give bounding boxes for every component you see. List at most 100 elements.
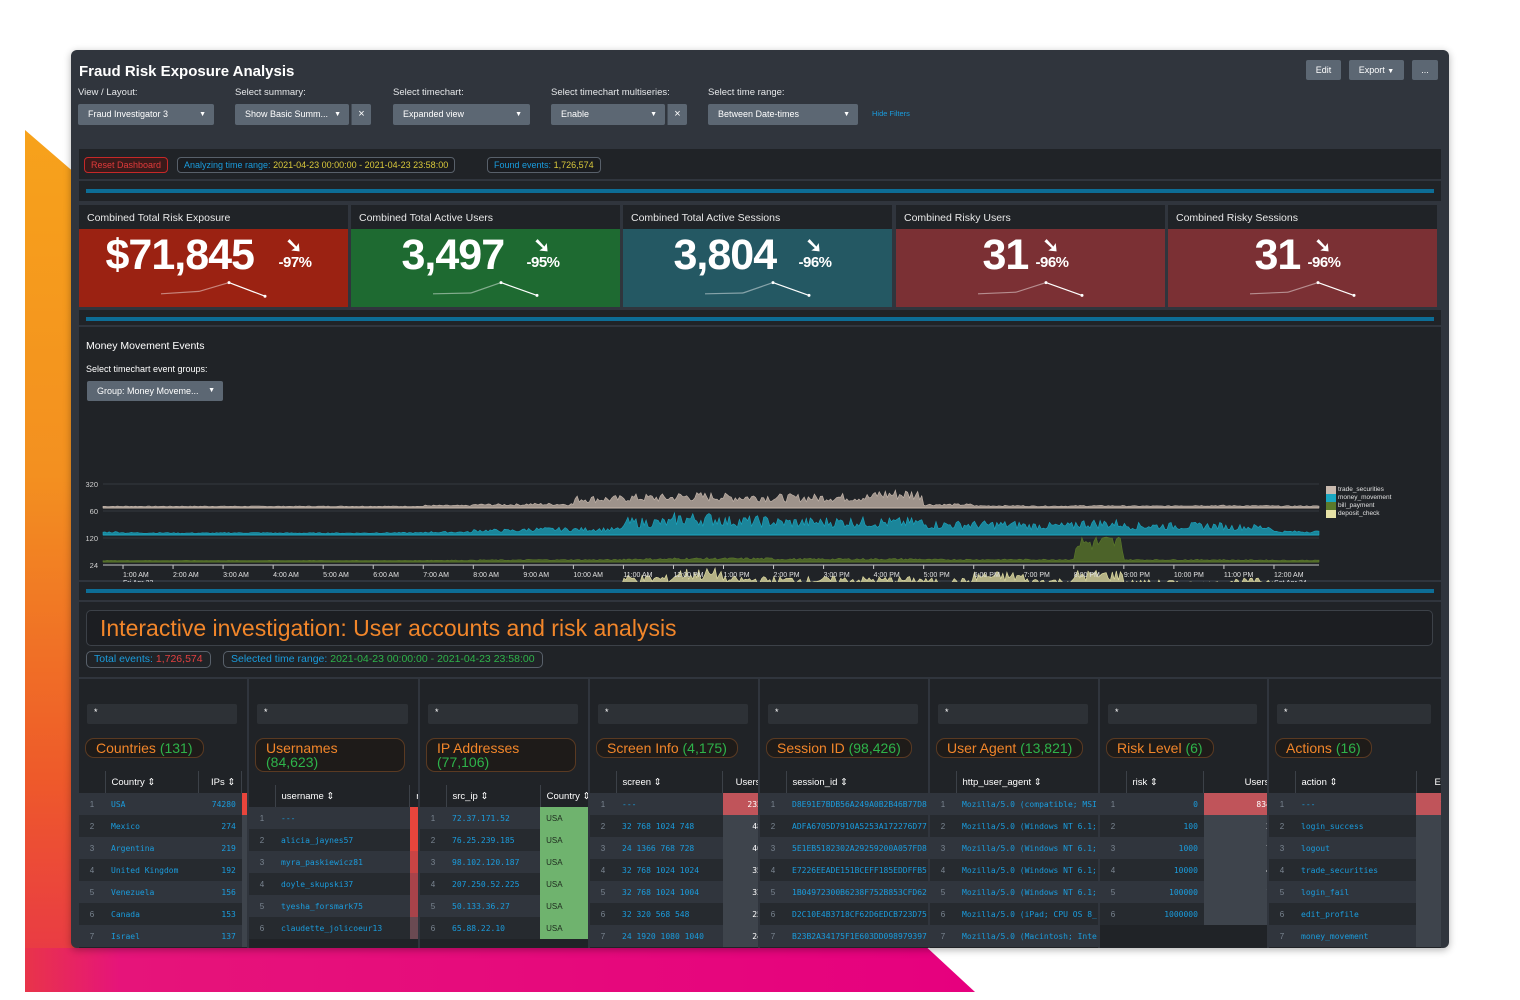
legend-item[interactable]: trade_securities (1326, 486, 1391, 494)
table-row[interactable]: 432 768 1024 10243598 (590, 859, 758, 881)
table-row[interactable]: 3 Argentina 219 (79, 837, 247, 859)
table-row[interactable]: 5login_fail1 (1269, 881, 1441, 903)
table-row[interactable]: 2 alicia_jaynes57 (249, 829, 418, 851)
table-row[interactable]: 2 76.25.239.185 USA (420, 829, 588, 851)
table-row[interactable]: 6 claudette_jolicoeur13 (249, 917, 418, 939)
panel-search-input[interactable]: * (938, 704, 1088, 724)
table-row[interactable]: 7 money_movement (1269, 925, 1441, 947)
table-row[interactable]: 2 ADFA6705D7910A5253A172276D77 (760, 815, 928, 837)
table-row[interactable]: 6 Mozilla/5.0 (iPad; CPU OS 8_ (930, 903, 1098, 925)
column-header[interactable]: risk (409, 785, 418, 807)
reset-dashboard-button[interactable]: Reset Dashboard (84, 157, 169, 173)
panel-search-input[interactable]: * (257, 704, 408, 724)
hide-filters-link[interactable]: Hide Filters (872, 109, 910, 118)
multiseries-dropdown[interactable]: Enable ▼ (551, 104, 665, 125)
table-row[interactable]: 3 myra_paskiewicz81 (249, 851, 418, 873)
column-header[interactable]: http_user_agent ⇕ (956, 771, 1098, 793)
column-header[interactable]: username ⇕ (275, 785, 411, 807)
kpi-tile[interactable]: Combined Risky Users 31 ➘ -96% (896, 205, 1165, 307)
table-row[interactable]: 632 320 568 5482509 (590, 903, 758, 925)
kpi-tile[interactable]: Combined Total Risk Exposure $71,845 ➘ -… (79, 205, 348, 307)
table-row[interactable]: 610000002 (1100, 903, 1267, 925)
table-row[interactable]: 1 72.37.171.52 USA (420, 807, 588, 829)
table-row[interactable]: 2 Mexico 274 (79, 815, 247, 837)
column-header[interactable]: Us (241, 771, 247, 793)
column-header[interactable]: Country ⇕ (105, 771, 199, 793)
table-row[interactable]: 4trade_securities2 (1269, 859, 1441, 881)
table-row[interactable]: 1 D8E91E7BDB56A249A0B2B46B77D8 (760, 793, 928, 815)
panel-search-input[interactable]: * (87, 704, 237, 724)
table-row[interactable]: 1 --- (249, 807, 418, 829)
table-row[interactable]: 324 1366 768 7284022 (590, 837, 758, 859)
table-row[interactable]: 5 Mozilla/5.0 (Windows NT 6.1; (930, 881, 1098, 903)
column-header[interactable]: Users ⇕ (722, 771, 758, 793)
table-row[interactable]: 6 Canada 153 (79, 903, 247, 925)
table-row[interactable]: 4 E7226EEADE151BCEFF185EDDFFB5 (760, 859, 928, 881)
panel-search-input[interactable]: * (768, 704, 918, 724)
kpi-tile[interactable]: Combined Risky Sessions 31 ➘ -96% (1168, 205, 1437, 307)
table-row[interactable]: 5 tyesha_forsmark75 (249, 895, 418, 917)
column-header[interactable]: Country ⇕ (540, 785, 588, 807)
table-row[interactable]: 1---146 (1269, 793, 1441, 815)
table-row[interactable]: 6 D2C10E4B3718CF62D6EDCB723D75 (760, 903, 928, 925)
table-row[interactable]: 31000704 (1100, 837, 1267, 859)
edit-button[interactable]: Edit (1306, 60, 1341, 80)
column-header[interactable]: action ⇕ (1295, 771, 1417, 793)
table-row[interactable]: 724 1920 1080 10402417 (590, 925, 758, 947)
table-row[interactable]: 4 doyle_skupski37 (249, 873, 418, 895)
panel-search-input[interactable]: * (1277, 704, 1431, 724)
summary-dropdown[interactable]: Show Basic Summ... ▼ (235, 104, 349, 125)
table-row[interactable]: 7 B23B2A34175F1E603DD098979397 (760, 925, 928, 947)
table-row[interactable]: 2100262 (1100, 815, 1267, 837)
time-range-dropdown[interactable]: Between Date-times ▼ (708, 104, 858, 125)
legend-item[interactable]: money_movement (1326, 494, 1391, 502)
export-button[interactable]: Export ▼ (1349, 60, 1404, 80)
table-row[interactable]: 7 Mozilla/5.0 (Macintosh; Inte (930, 925, 1098, 947)
table-row[interactable]: 3logout7 (1269, 837, 1441, 859)
table-row[interactable]: 1 USA 74280 (79, 793, 247, 815)
legend-item[interactable]: deposit_check (1326, 510, 1391, 518)
table-row[interactable]: 232 768 1024 7484802 (590, 815, 758, 837)
table-row[interactable]: 2login_success12 (1269, 815, 1441, 837)
more-button[interactable]: ... (1412, 60, 1438, 80)
column-header[interactable]: screen ⇕ (616, 771, 724, 793)
table-row[interactable]: 1---23237 (590, 793, 758, 815)
table-row[interactable]: 3 5E1EB5182302A29259200A057FD8 (760, 837, 928, 859)
column-header[interactable]: IPs ⇕ (198, 771, 243, 793)
column-header[interactable]: session_id ⇕ (786, 771, 928, 793)
table-row[interactable]: 2 Mozilla/5.0 (Windows NT 6.1; (930, 815, 1098, 837)
timechart-dropdown[interactable]: Expanded view ▼ (393, 104, 530, 125)
table-row[interactable]: 5 50.133.36.27 USA (420, 895, 588, 917)
table-row[interactable]: 6 edit_profile (1269, 903, 1441, 925)
table-row[interactable]: 5100000115 (1100, 881, 1267, 903)
panel-search-input[interactable]: * (598, 704, 748, 724)
table-row[interactable]: 6 65.88.22.10 USA (420, 917, 588, 939)
kpi-tile[interactable]: Combined Total Active Sessions 3,804 ➘ -… (623, 205, 892, 307)
view-layout-dropdown[interactable]: Fraud Investigator 3 ▼ (78, 104, 214, 125)
column-header[interactable]: Ever (1416, 771, 1441, 793)
table-row[interactable]: 410000496 (1100, 859, 1267, 881)
clear-summary-button[interactable]: × (351, 104, 371, 125)
column-header[interactable]: src_ip ⇕ (446, 785, 541, 807)
table-row[interactable]: 3 Mozilla/5.0 (Windows NT 6.1; (930, 837, 1098, 859)
table-row[interactable]: 1 Mozilla/5.0 (compatible; MSI (930, 793, 1098, 815)
table-row[interactable]: 4 Mozilla/5.0 (Windows NT 6.1; (930, 859, 1098, 881)
table-cell: 100000 (1126, 881, 1204, 903)
legend-item[interactable]: bill_payment (1326, 502, 1391, 510)
chevron-down-icon: ▼ (843, 111, 850, 118)
table-row[interactable]: 4 207.250.52.225 USA (420, 873, 588, 895)
column-header[interactable]: Users ⇕ (1203, 771, 1267, 793)
table-row[interactable]: 532 768 1024 10043228 (590, 881, 758, 903)
table-row[interactable]: 3 98.102.120.187 USA (420, 851, 588, 873)
table-row[interactable]: 1083402 (1100, 793, 1267, 815)
kpi-tile[interactable]: Combined Total Active Users 3,497 ➘ -95% (351, 205, 620, 307)
table-row[interactable]: 5 1B04972300B6238F752B853CFD62 (760, 881, 928, 903)
panel-table: screen ⇕Users ⇕1---23237232 768 1024 748… (590, 771, 758, 947)
table-row[interactable]: 4 United Kingdom 192 (79, 859, 247, 881)
clear-multiseries-button[interactable]: × (667, 104, 687, 125)
table-row[interactable]: 7 Israel 137 (79, 925, 247, 947)
panel-search-input[interactable]: * (1108, 704, 1257, 724)
column-header[interactable]: risk ⇕ (1126, 771, 1205, 793)
table-row[interactable]: 5 Venezuela 156 (79, 881, 247, 903)
panel-search-input[interactable]: * (428, 704, 578, 724)
